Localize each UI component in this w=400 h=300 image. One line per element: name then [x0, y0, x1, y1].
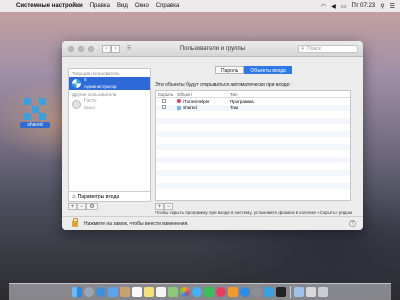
empty-row — [156, 189, 350, 196]
contacts-icon[interactable] — [119, 287, 130, 297]
dock — [9, 283, 391, 300]
menu-view[interactable]: Вид — [117, 3, 128, 9]
search-placeholder: Поиск — [307, 46, 321, 52]
show-all-grid-icon[interactable]: ⠿ — [124, 45, 134, 53]
terminal-icon[interactable] — [275, 287, 286, 297]
item-name: shared — [183, 105, 197, 111]
lock-bar: Нажмите на замок, чтобы внести изменения… — [62, 216, 363, 230]
dock-separator — [289, 286, 291, 298]
table-row[interactable]: shared Том — [156, 104, 350, 111]
add-user-button[interactable]: + — [68, 203, 77, 210]
close-button[interactable] — [68, 45, 74, 52]
sidebar-user-current[interactable]: s Администратор — [69, 77, 150, 90]
photos-icon[interactable] — [179, 287, 190, 297]
login-items-table: Скрыть Объект Тип iTunesHelper Программа… — [155, 90, 351, 201]
ibooks-icon[interactable] — [227, 287, 238, 297]
help-button[interactable]: ? — [349, 220, 356, 227]
calendar-icon[interactable] — [131, 287, 142, 297]
menu-window[interactable]: Окно — [135, 3, 149, 9]
item-type: Том — [230, 105, 238, 111]
item-type: Программа — [230, 98, 254, 104]
login-options-label: Параметры входа — [77, 193, 120, 200]
shared-app-icon[interactable] — [263, 287, 274, 297]
forward-button[interactable]: › — [111, 44, 120, 53]
facetime-icon[interactable] — [203, 287, 214, 297]
sidebar-buttons: + − ⚙ — [68, 203, 98, 210]
shared-volume-icon[interactable] — [24, 98, 46, 120]
app-store-icon[interactable] — [239, 287, 250, 297]
tab-password[interactable]: Пароль — [215, 66, 245, 74]
hide-checkbox[interactable] — [162, 105, 166, 110]
zoom-button[interactable] — [88, 45, 94, 52]
guest-status: Выкл. — [84, 104, 97, 110]
sidebar-user-guest[interactable]: Гость Выкл. — [69, 98, 150, 111]
column-type[interactable]: Тип — [230, 92, 350, 97]
desktop-icon-label[interactable]: shared — [20, 122, 50, 128]
mail-icon[interactable] — [107, 287, 118, 297]
downloads-stack-icon[interactable] — [294, 287, 305, 297]
maps-icon[interactable] — [167, 287, 178, 297]
lock-icon[interactable] — [72, 217, 78, 227]
tab-login-items[interactable]: Объекты входа — [244, 66, 292, 74]
current-user-header: Текущий пользователь — [72, 71, 120, 76]
avatar — [72, 79, 81, 88]
safari-icon[interactable] — [95, 287, 106, 297]
login-items-heading: Эти объекты будут открываться автоматиче… — [155, 82, 291, 88]
itunes-icon — [177, 99, 181, 104]
guest-avatar-icon — [72, 100, 81, 109]
house-icon: ⌂ — [72, 193, 76, 200]
login-options-item[interactable]: ⌂ Параметры входа — [69, 191, 150, 201]
messages-icon[interactable] — [191, 287, 202, 297]
login-items-buttons: + − — [155, 203, 173, 210]
system-preferences-icon[interactable] — [251, 287, 262, 297]
menu-help[interactable]: Справка — [156, 3, 180, 9]
wifi-icon[interactable]: ◠ — [321, 3, 326, 10]
documents-stack-icon[interactable] — [306, 287, 317, 297]
search-input[interactable]: ⚲ Поиск — [298, 45, 358, 53]
remove-user-button[interactable]: − — [77, 203, 86, 210]
users-sidebar: Текущий пользователь s Администратор Дру… — [68, 68, 151, 202]
remove-login-item-button[interactable]: − — [164, 203, 173, 210]
launchpad-icon[interactable] — [83, 287, 94, 297]
back-button[interactable]: ‹ — [102, 44, 111, 53]
menu-bar: Системные настройки Правка Вид Окно Спра… — [0, 0, 400, 12]
notifications-icon[interactable]: ☰ — [390, 3, 395, 10]
table-row[interactable]: iTunesHelper Программа — [156, 98, 350, 105]
other-users-header: Другие пользователи — [72, 92, 117, 97]
volume-icon[interactable]: ◀ — [331, 3, 336, 10]
notes-icon[interactable] — [143, 287, 154, 297]
finder-icon[interactable] — [71, 287, 82, 297]
menu-app-name[interactable]: Системные настройки — [16, 3, 83, 9]
lock-text: Нажмите на замок, чтобы внести изменения… — [84, 220, 189, 227]
user-actions-gear-icon[interactable]: ⚙ — [86, 203, 98, 210]
item-name: iTunesHelper — [183, 98, 210, 104]
guest-name: Гость — [84, 98, 97, 105]
folder-icon — [177, 105, 181, 110]
title-bar[interactable]: ‹ › ⠿ Пользователи и группы ⚲ Поиск — [62, 41, 363, 57]
users-groups-window: ‹ › ⠿ Пользователи и группы ⚲ Поиск Теку… — [62, 41, 363, 230]
hide-checkbox[interactable] — [162, 98, 166, 103]
table-header: Скрыть Объект Тип — [156, 91, 350, 98]
menu-clock[interactable]: Пт 07:23 — [351, 3, 375, 9]
search-icon: ⚲ — [301, 46, 305, 52]
battery-icon[interactable]: ▭ — [341, 3, 347, 10]
menu-edit[interactable]: Правка — [90, 3, 110, 9]
column-hide[interactable]: Скрыть — [156, 92, 177, 97]
tab-bar: Пароль Объекты входа — [215, 66, 292, 74]
reminders-icon[interactable] — [155, 287, 166, 297]
trash-icon[interactable] — [318, 287, 329, 297]
current-user-role: Администратор — [84, 83, 117, 89]
add-login-item-button[interactable]: + — [155, 203, 164, 210]
spotlight-icon[interactable]: ⚲ — [380, 3, 384, 10]
minimize-button[interactable] — [78, 45, 84, 52]
column-item[interactable]: Объект — [177, 92, 230, 97]
itunes-dock-icon[interactable] — [215, 287, 226, 297]
